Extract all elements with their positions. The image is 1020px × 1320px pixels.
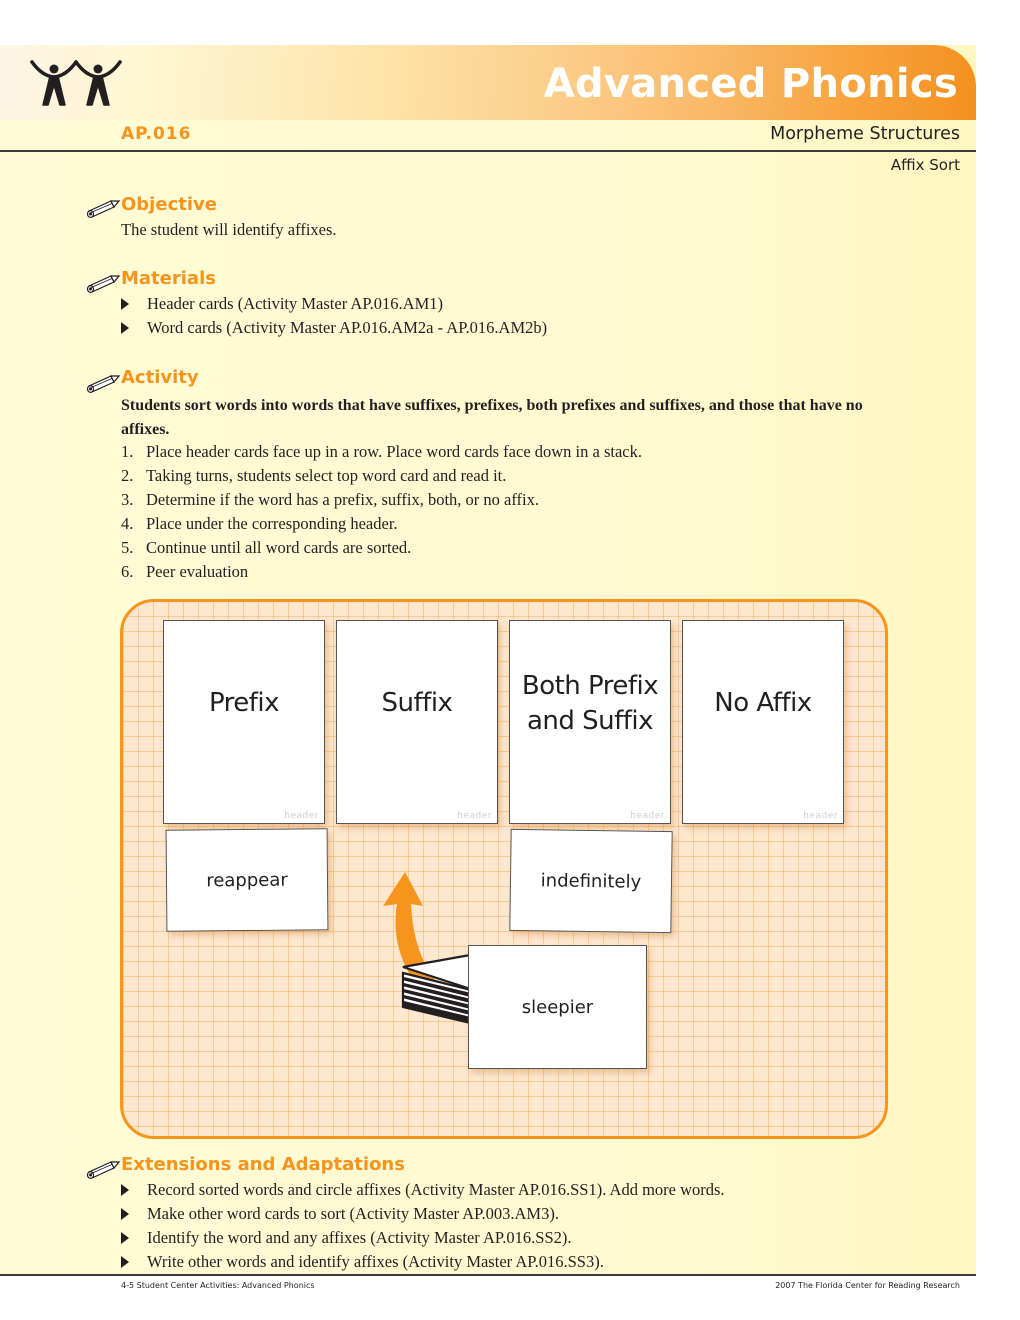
extensions-list: Record sorted words and circle affixes (…	[121, 1178, 725, 1274]
objective-heading: Objective	[121, 194, 217, 215]
materials-heading: Materials	[121, 268, 216, 289]
bullet-triangle-icon	[121, 1184, 129, 1196]
extensions-heading: Extensions and Adaptations	[121, 1154, 405, 1175]
activity-subtitle: Affix Sort	[890, 156, 960, 174]
header-card-both: Both Prefix and Suffix header	[509, 620, 671, 824]
bullet-triangle-icon	[121, 298, 129, 310]
pencil-icon	[86, 1161, 121, 1180]
header-card-prefix: Prefix header	[163, 620, 325, 824]
footer-left-text: 4-5 Student Center Activities: Advanced …	[121, 1281, 315, 1290]
bullet-triangle-icon	[121, 1208, 129, 1220]
step-item: 6. Peer evaluation	[121, 562, 249, 581]
objective-text: The student will identify affixes.	[121, 220, 337, 239]
step-item: 5. Continue until all word cards are sort…	[121, 538, 412, 557]
pencil-icon	[86, 275, 121, 294]
materials-item: Header cards (Activity Master AP.016.AM1…	[121, 292, 547, 316]
bullet-triangle-icon	[121, 322, 129, 334]
pencil-icon	[86, 200, 121, 219]
pencil-icon	[86, 375, 121, 394]
page-title: Advanced Phonics	[543, 61, 958, 107]
step-item: 1. Place header cards face up in a row. P…	[121, 442, 642, 461]
bullet-triangle-icon	[121, 1256, 129, 1268]
extension-item: Identify the word and any affixes (Activ…	[121, 1226, 725, 1250]
bullet-triangle-icon	[121, 1232, 129, 1244]
two-people-icon	[30, 60, 122, 106]
header-card-no-affix: No Affix header	[682, 620, 844, 824]
word-card: indefinitely	[509, 828, 673, 934]
extension-item: Make other word cards to sort (Activity …	[121, 1202, 725, 1226]
materials-list: Header cards (Activity Master AP.016.AM1…	[121, 292, 547, 340]
materials-item: Word cards (Activity Master AP.016.AM2a …	[121, 316, 547, 340]
step-item: 2. Taking turns, students select top word…	[121, 466, 507, 485]
activity-steps: 1. Place header cards face up in a row. P…	[121, 440, 642, 584]
header-divider	[0, 150, 976, 152]
extension-item: Record sorted words and circle affixes (…	[121, 1178, 725, 1202]
step-item: 4. Place under the corresponding header.	[121, 514, 398, 533]
word-card: reappear	[165, 828, 329, 932]
footer-right-text: 2007 The Florida Center for Reading Rese…	[775, 1281, 960, 1290]
word-card: sleepier	[468, 945, 647, 1069]
activity-heading: Activity	[121, 367, 199, 388]
activity-intro: Students sort words into words that have…	[121, 397, 863, 438]
activity-code: AP.016	[121, 124, 192, 144]
sorting-board-illustration: Prefix header Suffix header Both Prefix …	[120, 599, 888, 1139]
header-card-suffix: Suffix header	[336, 620, 498, 824]
step-item: 3. Determine if the word has a prefix, su…	[121, 490, 539, 509]
extension-item: Write other words and identify affixes (…	[121, 1250, 725, 1274]
footer-divider	[0, 1274, 976, 1276]
strand-title: Morpheme Structures	[770, 124, 960, 144]
